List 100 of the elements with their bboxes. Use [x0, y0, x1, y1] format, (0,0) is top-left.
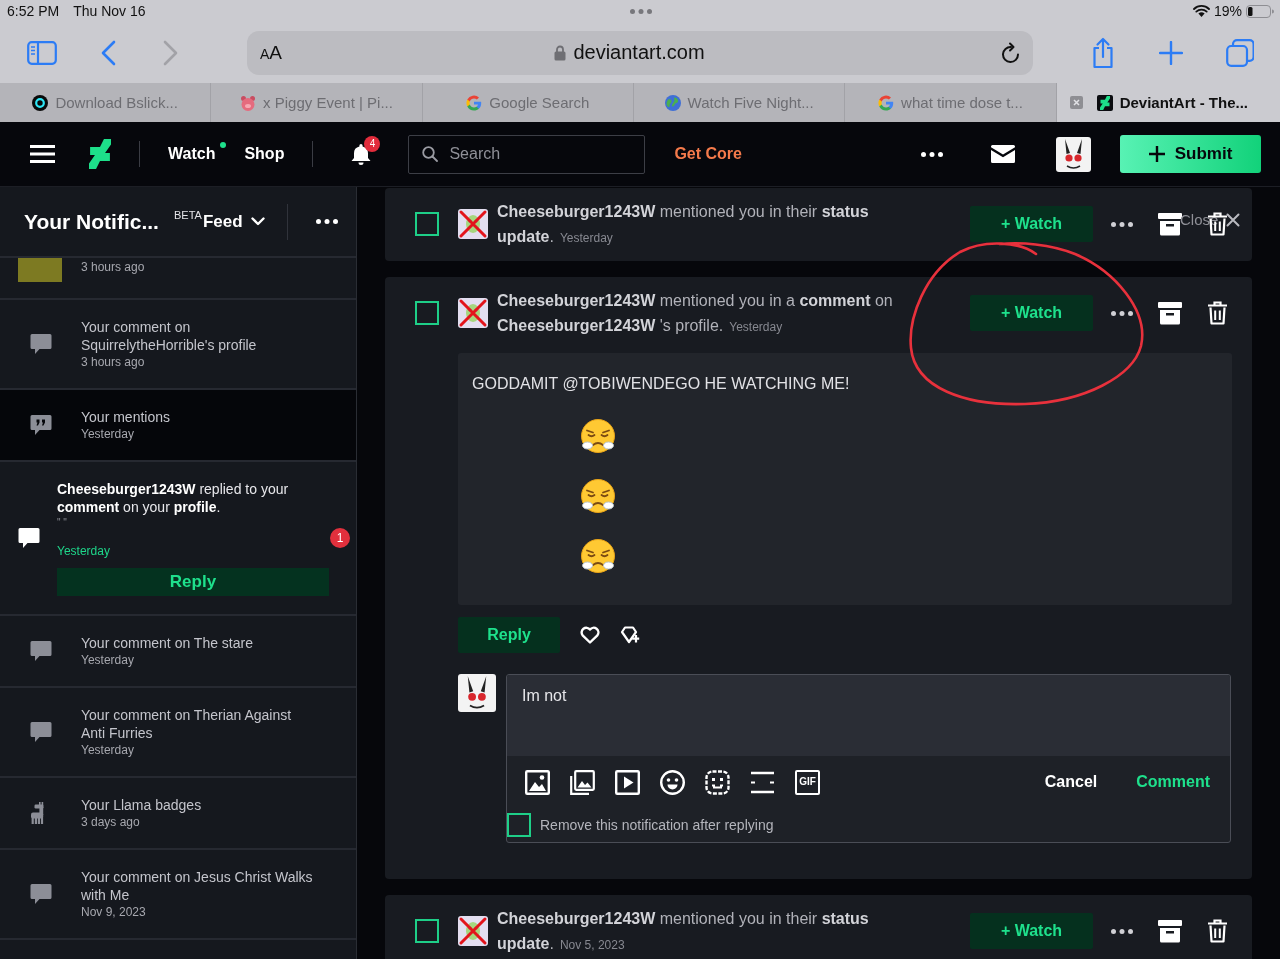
play-icon[interactable] [615, 769, 640, 795]
trash-icon[interactable] [1207, 301, 1228, 325]
close-icon[interactable] [1226, 213, 1241, 227]
logo-icon [1096, 94, 1113, 111]
get-core-link[interactable]: Get Core [674, 145, 742, 163]
more-icon[interactable] [1111, 310, 1133, 316]
watch-button[interactable]: + Watch [970, 206, 1093, 242]
avatar-icon[interactable] [1056, 136, 1091, 172]
speech-bubble-icon [30, 883, 52, 905]
notification-text: Cheeseburger1243W mentioned you in their status update. Nov 5, 2023 [497, 909, 870, 954]
timestamp: Yesterday [81, 426, 135, 442]
clock-time: 6:52 PM [7, 3, 60, 19]
notification-text: Cheeseburger1243W mentioned you in their status update. Yesterday [497, 202, 870, 247]
unread-badge: 1 [330, 528, 350, 548]
comment-button[interactable]: Comment [1136, 773, 1210, 791]
llama-icon [30, 802, 44, 824]
image-icon[interactable] [525, 769, 550, 795]
watch-link[interactable]: Watch [168, 145, 216, 163]
timestamp: Nov 9, 2023 [81, 904, 147, 920]
quote-bubble-icon [30, 414, 52, 436]
trash-icon[interactable] [1207, 919, 1228, 943]
search-icon [422, 146, 439, 162]
crossed-avatar-icon [458, 209, 488, 239]
crossed-avatar-icon [458, 298, 488, 328]
notification-text: Cheeseburger1243W mentioned you in a comment on Cheeseburger1243W 's profile. Yesterday [497, 291, 894, 336]
shop-link[interactable]: Shop [244, 145, 285, 163]
feed-dropdown[interactable]: Feed [202, 211, 265, 232]
address-bar[interactable]: AA deviantart.com [247, 30, 1033, 75]
battery-icon [1246, 4, 1274, 18]
notification-item[interactable]: Your mentions Yesterday [0, 390, 356, 462]
photo-placeholder [18, 258, 62, 282]
archive-icon[interactable] [1158, 301, 1182, 325]
plus-icon [1148, 146, 1165, 162]
logo-icon[interactable] [89, 139, 111, 169]
notification-badge: 4 [364, 136, 381, 152]
more-icon[interactable] [1111, 221, 1133, 227]
timestamp: Yesterday [57, 543, 111, 559]
close-tab-icon[interactable] [1069, 96, 1083, 109]
checkbox[interactable] [415, 919, 439, 943]
wifi-icon [1192, 5, 1210, 17]
search-field[interactable]: Search [408, 134, 646, 174]
more-icon[interactable] [1111, 928, 1133, 934]
notification-title: Your Llama badges [81, 796, 203, 814]
g-logo-icon [466, 94, 483, 111]
avatar-icon [458, 674, 496, 712]
submit-button[interactable]: Submit [1120, 135, 1261, 173]
g-logo-icon [878, 94, 895, 111]
smiley-icon[interactable] [660, 769, 685, 795]
watch-button[interactable]: + Watch [970, 295, 1093, 331]
lock-icon [554, 44, 567, 61]
notification-item[interactable]: 3 hours ago [0, 258, 356, 300]
checkbox[interactable] [415, 212, 439, 236]
circle-logo-icon [32, 94, 49, 111]
huffing-face-icon [580, 478, 616, 514]
checkbox[interactable] [507, 813, 531, 837]
notification-title: Your mentions [81, 408, 171, 426]
more-icon[interactable] [921, 151, 943, 157]
pig-icon [240, 94, 257, 111]
timestamp: 3 days ago [81, 814, 141, 830]
beta-label: BETA [173, 209, 202, 222]
globe-icon [664, 94, 681, 111]
timestamp: 3 hours ago [81, 259, 146, 275]
checkbox-label: Remove this notification after replying [540, 817, 774, 833]
huffing-face-icon [580, 418, 616, 454]
menu-icon[interactable] [30, 144, 55, 164]
timestamp: 3 hours ago [81, 354, 146, 370]
notification-title: Your comment on Jesus Christ Walks with Me [81, 868, 314, 904]
quote-text: " " [57, 516, 68, 530]
huffing-face-icon [580, 538, 616, 574]
speech-bubble-icon [18, 527, 40, 549]
notification-title: Your comment on Therian Against Anti Furries [81, 706, 293, 742]
browser-tab[interactable]: DeviantArt - The... [1055, 83, 1280, 122]
crossed-avatar-icon [458, 916, 488, 946]
notification-text: Cheeseburger1243W replied to your comment on your profile. [57, 480, 290, 516]
comment-text: GODDAMIT @TOBIWENDEGO HE WATCHING ME! [472, 374, 851, 394]
notification-title: Your comment on The stare [81, 634, 254, 652]
mail-icon[interactable] [991, 145, 1015, 163]
reload-icon[interactable] [1001, 41, 1021, 64]
comment-input[interactable]: Im not [507, 675, 1230, 756]
gallery-icon[interactable] [570, 769, 595, 795]
archive-icon[interactable] [1158, 212, 1182, 236]
watch-button[interactable]: + Watch [970, 913, 1093, 949]
text-size-button[interactable]: AA [260, 41, 283, 64]
dots-icon [629, 8, 652, 14]
date-text: Thu Nov 16 [73, 3, 146, 19]
speech-bubble-icon [30, 721, 52, 743]
archive-icon[interactable] [1158, 919, 1182, 943]
checkbox[interactable] [415, 301, 439, 325]
page-title: Your Notific... [24, 209, 159, 234]
gif-button[interactable]: GIF [795, 769, 820, 795]
reply-button[interactable]: Reply [57, 568, 329, 596]
reply-button[interactable]: Reply [458, 617, 560, 653]
heart-icon[interactable] [580, 626, 600, 644]
pixel-face-icon[interactable] [705, 769, 730, 795]
battery-percent: 19% [1213, 3, 1242, 19]
more-icon[interactable] [315, 219, 338, 224]
horizontal-lines-icon[interactable] [750, 769, 775, 795]
chevron-down-icon [250, 217, 265, 226]
cancel-button[interactable]: Cancel [1044, 773, 1098, 791]
gem-plus-icon[interactable] [620, 626, 640, 644]
